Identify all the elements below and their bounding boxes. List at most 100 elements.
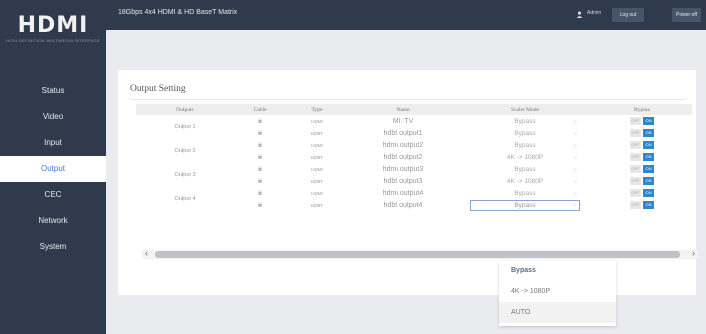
bypass-off-button[interactable]: OFF <box>630 165 641 173</box>
bypass-toggle[interactable]: OFF ON <box>630 153 654 161</box>
bypass-cell: OFF ON <box>592 199 692 211</box>
cable-icon: ※ <box>257 130 263 137</box>
scaler-mode-value: Bypass <box>514 117 536 125</box>
name-cell[interactable]: hdbt output4 <box>348 199 458 211</box>
name-cell[interactable]: hdmi output3 <box>348 163 458 175</box>
scaler-mode-select[interactable]: Bypass ⌄ <box>470 128 580 139</box>
bypass-on-button[interactable]: ON <box>643 177 654 185</box>
type-cell: HDMI <box>311 142 323 148</box>
name-cell[interactable]: hdmi output4 <box>348 187 458 199</box>
bypass-off-button[interactable]: OFF <box>630 129 641 137</box>
type-cell: HDMI <box>311 166 323 172</box>
sidebar-item-output[interactable]: Output <box>0 156 106 182</box>
scaler-cell: Bypass ⌄ <box>458 115 592 127</box>
scaler-mode-select[interactable]: Bypass ⌄ <box>470 188 580 199</box>
bypass-off-button[interactable]: OFF <box>630 201 641 209</box>
col-header-scaler-mode: Scaler Mode <box>458 104 592 115</box>
logo-text: HDMI <box>17 13 89 38</box>
output-label: Output 4 <box>174 196 196 202</box>
horizontal-scrollbar[interactable]: ‹ › <box>142 248 698 259</box>
table-row: Output 1 ※ HDMI MI. TV Bypass ⌄ OFF ON <box>136 115 692 130</box>
name-cell[interactable]: hdbt output1 <box>348 127 458 139</box>
name-cell[interactable]: hdbt output3 <box>348 175 458 187</box>
sidebar-item-system[interactable]: System <box>0 234 106 260</box>
bypass-cell: OFF ON <box>592 187 692 199</box>
bypass-cell: OFF ON <box>592 115 692 127</box>
bypass-off-button[interactable]: OFF <box>630 153 641 161</box>
bypass-on-button[interactable]: ON <box>643 141 654 149</box>
bypass-on-button[interactable]: ON <box>643 117 654 125</box>
bypass-toggle[interactable]: OFF ON <box>630 165 654 173</box>
col-header-bypass: Bypass <box>592 104 692 115</box>
scaler-mode-value: 4K -> 1080P <box>506 177 544 185</box>
logo-tagline: HIGH-DEFINITION MULTIMEDIA INTERFACE <box>6 38 100 43</box>
scaler-mode-value: Bypass <box>514 165 536 173</box>
power-off-button[interactable]: Power off <box>672 8 701 22</box>
table-row: Output 3 ※ HDMI hdmi output3 Bypass ⌄ OFF… <box>136 163 692 178</box>
bypass-on-button[interactable]: ON <box>643 201 654 209</box>
cable-icon: ※ <box>257 118 263 125</box>
chevron-down-icon: ⌄ <box>571 201 577 208</box>
panel-title: Output Setting <box>130 84 186 94</box>
name-cell[interactable]: hdbt output2 <box>348 151 458 163</box>
scrollbar-thumb[interactable] <box>155 251 680 258</box>
type-cell: HDMI <box>311 190 323 196</box>
bypass-on-button[interactable]: ON <box>643 129 654 137</box>
scaler-mode-select[interactable]: Bypass ⌄ <box>470 140 580 151</box>
bypass-off-button[interactable]: OFF <box>630 141 641 149</box>
name-cell[interactable]: MI. TV <box>348 115 458 127</box>
table-row: Output 2 ※ HDMI hdmi output2 Bypass ⌄ OFF… <box>136 139 692 154</box>
bypass-toggle[interactable]: OFF ON <box>630 189 654 197</box>
bypass-cell: OFF ON <box>592 163 692 175</box>
scaler-cell: Bypass ⌄ <box>458 163 592 175</box>
sidebar-item-input[interactable]: Input <box>0 130 106 156</box>
dropdown-option-auto[interactable]: AUTO <box>499 302 616 323</box>
scaler-mode-select[interactable]: 4K -> 1080P ⌄ <box>470 152 580 163</box>
bypass-toggle[interactable]: OFF ON <box>630 117 654 125</box>
bypass-off-button[interactable]: OFF <box>630 189 641 197</box>
col-header-name: Name <box>348 104 458 115</box>
scaler-cell: Bypass ⌄ <box>458 139 592 151</box>
table-header-row: Outputs Cable Type Name Scaler Mode Bypa… <box>136 104 692 115</box>
bypass-cell: OFF ON <box>592 127 692 139</box>
sidebar-item-video[interactable]: Video <box>0 104 106 130</box>
chevron-down-icon: ⌄ <box>572 189 578 196</box>
bypass-off-button[interactable]: OFF <box>630 117 641 125</box>
scroll-right-icon[interactable]: › <box>692 248 695 258</box>
bypass-on-button[interactable]: ON <box>643 153 654 161</box>
scaler-mode-value: 4K -> 1080P <box>506 153 544 161</box>
scaler-mode-value: Bypass <box>514 189 536 197</box>
table-row: Output 4 ※ HDMI hdmi output4 Bypass ⌄ OFF… <box>136 187 692 202</box>
scaler-mode-value: Bypass <box>514 141 536 149</box>
logout-button[interactable]: Log out <box>612 8 644 22</box>
bypass-on-button[interactable]: ON <box>643 189 654 197</box>
output-table: Outputs Cable Type Name Scaler Mode Bypa… <box>136 104 692 211</box>
scaler-mode-dropdown: Bypass 4K -> 1080P AUTO <box>499 260 616 326</box>
cable-icon: ※ <box>257 202 263 209</box>
scaler-mode-value: Bypass <box>514 201 536 209</box>
scroll-left-icon[interactable]: ‹ <box>145 248 148 258</box>
type-cell: HDBT <box>310 130 324 136</box>
chevron-down-icon: ⌄ <box>572 117 578 124</box>
name-cell[interactable]: hdmi output2 <box>348 139 458 151</box>
bypass-toggle[interactable]: OFF ON <box>630 201 654 209</box>
chevron-down-icon: ⌄ <box>572 141 578 148</box>
bypass-toggle[interactable]: OFF ON <box>630 141 654 149</box>
chevron-down-icon: ⌄ <box>572 129 578 136</box>
sidebar-item-status[interactable]: Status <box>0 78 106 104</box>
scaler-cell: Bypass ⌄ <box>458 127 592 139</box>
dropdown-option-4k-1080p[interactable]: 4K -> 1080P <box>499 281 616 302</box>
sidebar-item-network[interactable]: Network <box>0 208 106 234</box>
sidebar-item-cec[interactable]: CEC <box>0 182 106 208</box>
scaler-cell: 4K -> 1080P ⌄ <box>458 151 592 163</box>
bypass-on-button[interactable]: ON <box>643 165 654 173</box>
scaler-mode-select[interactable]: Bypass ⌄ <box>470 116 580 127</box>
col-header-outputs: Outputs <box>136 104 234 115</box>
bypass-toggle[interactable]: OFF ON <box>630 177 654 185</box>
scaler-mode-select[interactable]: 4K -> 1080P ⌄ <box>470 176 580 187</box>
dropdown-option-bypass[interactable]: Bypass <box>499 260 616 281</box>
bypass-off-button[interactable]: OFF <box>630 177 641 185</box>
scaler-mode-select[interactable]: Bypass ⌄ <box>470 164 580 175</box>
bypass-toggle[interactable]: OFF ON <box>630 129 654 137</box>
scaler-mode-select-open[interactable]: Bypass ⌄ <box>470 199 580 211</box>
